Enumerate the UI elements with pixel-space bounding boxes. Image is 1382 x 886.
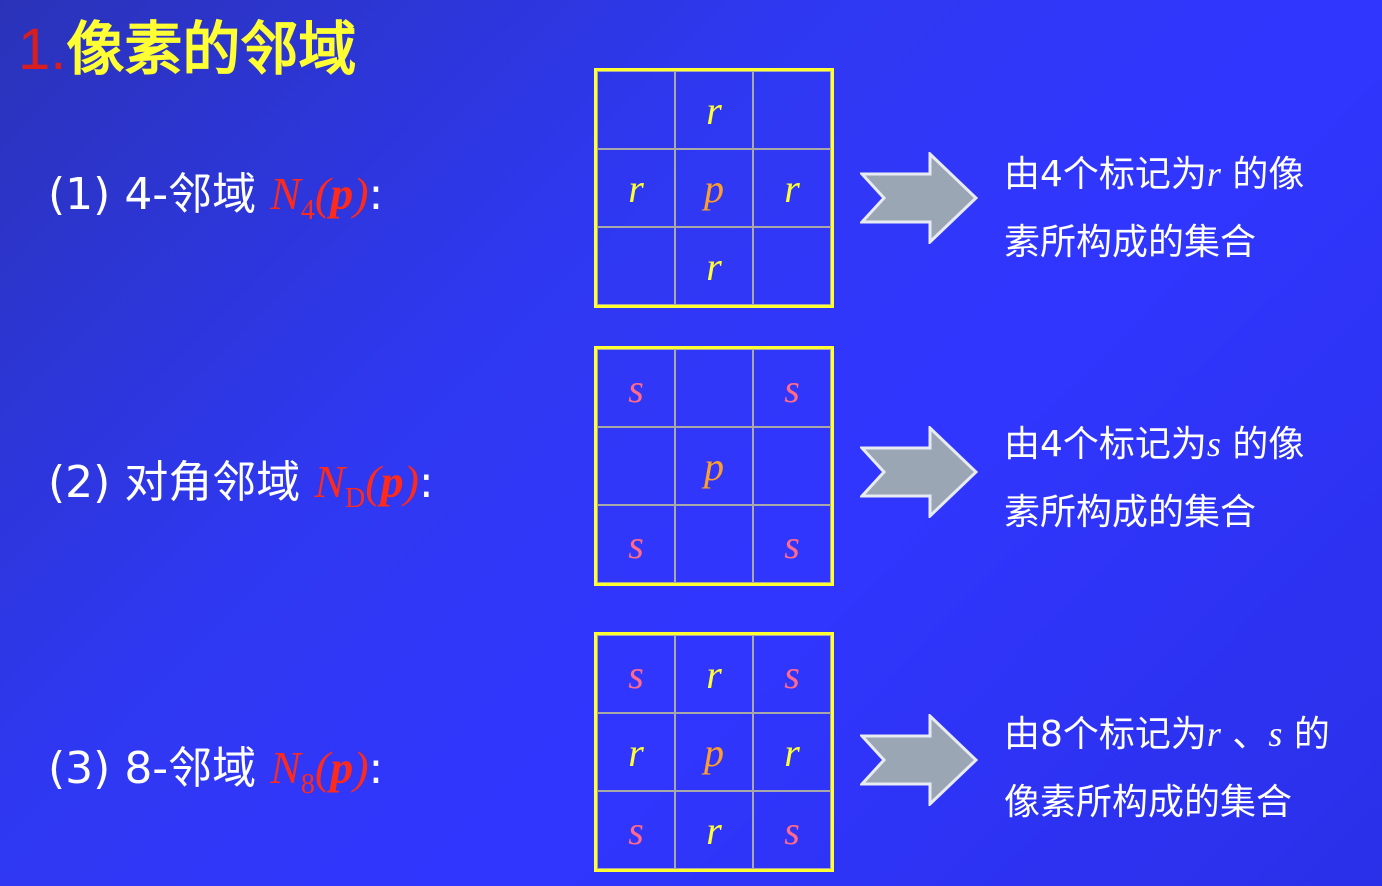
- description-line-2: 素所构成的集合: [1004, 222, 1257, 263]
- description-line-2: 素所构成的集合: [1004, 492, 1257, 533]
- grid-cell-center: p: [675, 427, 753, 505]
- section-1-suffix: :: [368, 169, 384, 220]
- description-text: 由4个标记为: [1004, 154, 1207, 195]
- grid-cell: r: [675, 71, 753, 149]
- right-arrow-icon: [860, 426, 978, 518]
- symbol-letter: N: [314, 456, 345, 507]
- right-arrow-icon: [860, 714, 978, 806]
- section-1-description: 由4个标记为r 的像 素所构成的集合: [1004, 140, 1304, 277]
- symbol-open-paren: (: [365, 456, 381, 507]
- grid-cell-center: p: [675, 713, 753, 791]
- section-2-description: 由4个标记为s 的像 素所构成的集合: [1004, 410, 1304, 547]
- section-2-suffix: :: [418, 457, 434, 508]
- description-var: r: [1206, 714, 1221, 754]
- section-3-suffix: :: [368, 743, 384, 794]
- grid-cell: r: [675, 635, 753, 713]
- grid-cell: s: [753, 349, 831, 427]
- section-3-prefix: (3) 8-邻域: [48, 743, 271, 794]
- symbol-arg: p: [380, 456, 404, 507]
- grid-cell: s: [597, 791, 675, 869]
- description-var: s: [1268, 714, 1283, 754]
- title-text: 像素的邻域: [66, 15, 357, 83]
- grid-cell: s: [597, 505, 675, 583]
- grid-cell: s: [753, 791, 831, 869]
- neighborhood-grid-8: s r s r p r s r s: [594, 632, 834, 872]
- grid-cell: [597, 71, 675, 149]
- symbol-letter: N: [270, 742, 301, 793]
- symbol-open-paren: (: [314, 742, 331, 793]
- neighborhood-grid-4: r r p r r: [594, 68, 834, 308]
- description-text: 的像: [1220, 424, 1305, 465]
- right-arrow-icon: [860, 152, 978, 244]
- slide-title: 1.像素的邻域: [18, 14, 356, 85]
- symbol-arg: p: [330, 742, 354, 793]
- section-3-description: 由8个标记为r 、s 的 像素所构成的集合: [1004, 700, 1330, 837]
- section-1-label: (1) 4-邻域 N4(p):: [48, 166, 383, 239]
- description-text: 由8个标记为: [1004, 714, 1207, 755]
- symbol-arg: p: [330, 168, 354, 219]
- grid-cell: s: [597, 349, 675, 427]
- section-2-symbol: ND(p): [314, 456, 419, 514]
- description-text: 的: [1282, 714, 1330, 755]
- grid-cell-center: p: [675, 149, 753, 227]
- grid-cell: r: [675, 791, 753, 869]
- section-2-prefix: (2) 对角邻域: [48, 457, 315, 508]
- symbol-letter: N: [270, 168, 301, 219]
- grid-cell: [753, 71, 831, 149]
- grid-cell: r: [675, 227, 753, 305]
- grid-cell: [753, 227, 831, 305]
- symbol-subscript: D: [345, 483, 366, 514]
- neighborhood-grid-diagonal: s s p s s: [594, 346, 834, 586]
- section-3-symbol: N8(p): [270, 742, 369, 800]
- symbol-subscript: 8: [300, 769, 315, 800]
- grid-cell: [597, 227, 675, 305]
- title-number: 1.: [18, 17, 67, 82]
- description-var: r: [1206, 154, 1221, 194]
- grid-cell: [597, 427, 675, 505]
- description-line-2: 像素所构成的集合: [1004, 782, 1293, 823]
- section-2-label: (2) 对角邻域 ND(p):: [48, 454, 434, 527]
- section-3-label: (3) 8-邻域 N8(p):: [48, 740, 383, 813]
- description-line-1: 由8个标记为r 、s 的: [1004, 700, 1330, 769]
- section-1-prefix: (1) 4-邻域: [48, 169, 271, 220]
- section-1-symbol: N4(p): [270, 168, 369, 226]
- symbol-open-paren: (: [314, 168, 331, 219]
- grid-cell: s: [753, 635, 831, 713]
- description-line-1: 由4个标记为s 的像: [1004, 410, 1304, 479]
- grid-cell: r: [597, 149, 675, 227]
- grid-cell: r: [597, 713, 675, 791]
- grid-cell: r: [753, 713, 831, 791]
- symbol-close-paren: ): [353, 742, 369, 793]
- grid-cell: r: [753, 149, 831, 227]
- grid-cell: [675, 505, 753, 583]
- symbol-subscript: 4: [300, 195, 315, 226]
- grid-cell: [753, 427, 831, 505]
- symbol-close-paren: ): [353, 168, 369, 219]
- grid-cell: s: [597, 635, 675, 713]
- description-line-1: 由4个标记为r 的像: [1004, 140, 1304, 209]
- description-text: 的像: [1220, 154, 1305, 195]
- grid-cell: s: [753, 505, 831, 583]
- symbol-close-paren: ): [403, 456, 419, 507]
- description-text: 由4个标记为: [1004, 424, 1207, 465]
- grid-cell: [675, 349, 753, 427]
- description-var: s: [1206, 424, 1221, 464]
- description-separator: 、: [1220, 714, 1269, 755]
